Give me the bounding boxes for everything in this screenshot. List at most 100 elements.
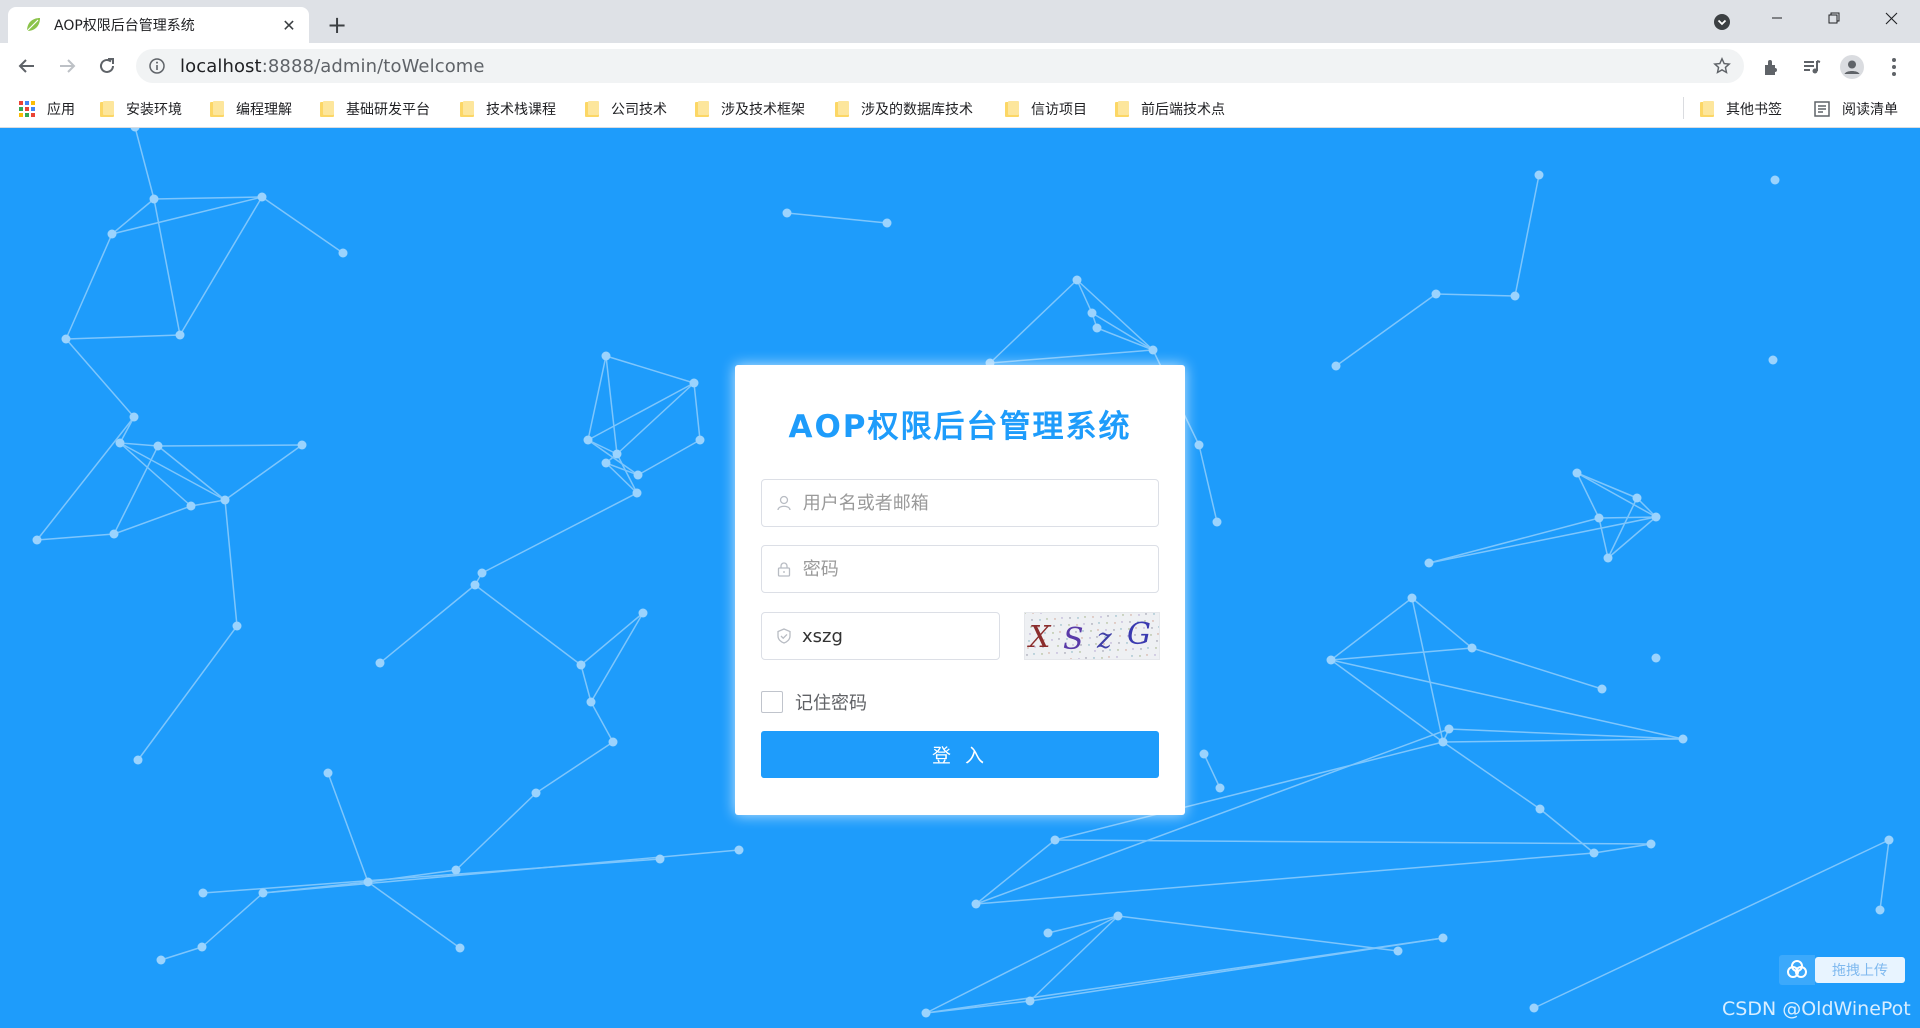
network-node (1424, 558, 1434, 568)
close-window-icon[interactable] (1868, 0, 1914, 36)
network-line (157, 445, 226, 501)
captcha-noise-dot (1116, 656, 1118, 658)
remember-password[interactable]: 记住密码 (761, 690, 867, 714)
network-node (455, 943, 465, 953)
captcha-image[interactable]: X S z G (1024, 612, 1160, 660)
network-node (130, 128, 140, 132)
bookmark-star-icon[interactable] (1712, 56, 1732, 76)
bookmark-folder[interactable]: 公司技术 (585, 97, 667, 121)
bookmark-folder[interactable]: 涉及的数据库技术 (835, 97, 973, 121)
network-line (65, 233, 113, 340)
network-node (149, 194, 159, 204)
network-node (576, 660, 586, 670)
captcha-noise-dot (1058, 638, 1060, 640)
network-node (232, 621, 242, 631)
captcha-noise-dot (1152, 620, 1154, 622)
folder-icon (695, 101, 709, 117)
captcha-noise-dot (1085, 657, 1087, 659)
bookmark-folder[interactable]: 安装环境 (100, 97, 182, 121)
network-node (583, 435, 593, 445)
password-input[interactable] (802, 558, 1158, 580)
network-node (1072, 275, 1082, 285)
captcha-noise-dot (1120, 628, 1122, 630)
captcha-noise-dot (1055, 659, 1056, 660)
network-node (1534, 170, 1544, 180)
minimize-icon[interactable] (1754, 0, 1800, 36)
username-input[interactable] (802, 492, 1158, 514)
folder-icon (1005, 101, 1019, 117)
site-info-icon[interactable] (148, 57, 166, 75)
network-line (580, 612, 644, 666)
network-node (1113, 911, 1123, 921)
network-node (129, 412, 139, 422)
captcha-noise-dot (1094, 650, 1096, 652)
bookmark-apps[interactable]: 应用 (19, 97, 75, 121)
profile-avatar-icon[interactable] (1840, 55, 1864, 79)
network-line (65, 338, 135, 418)
password-field[interactable] (761, 545, 1159, 593)
network-node (153, 441, 163, 451)
captcha-noise-dot (1060, 624, 1062, 626)
network-node (107, 229, 117, 239)
extensions-icon[interactable] (1760, 55, 1784, 79)
network-node (220, 495, 230, 505)
network-node (1535, 804, 1545, 814)
network-node (1510, 291, 1520, 301)
network-node (451, 865, 461, 875)
bookmark-folder[interactable]: 编程理解 (210, 97, 292, 121)
remember-checkbox[interactable] (761, 691, 783, 713)
bookmark-folder[interactable]: 基础研发平台 (320, 97, 430, 121)
bookmark-folder[interactable]: 技术栈课程 (460, 97, 556, 121)
network-line (975, 839, 1056, 905)
network-node (1768, 355, 1778, 365)
new-tab-button[interactable]: + (322, 10, 352, 40)
network-node (638, 608, 648, 618)
bookmark-folder[interactable]: 前后端技术点 (1115, 97, 1225, 121)
network-node (1087, 308, 1097, 318)
tab-search-icon[interactable] (1710, 10, 1734, 34)
network-node (1651, 653, 1661, 663)
folder-icon (835, 101, 849, 117)
bookmark-folder[interactable]: 信访项目 (1005, 97, 1087, 121)
network-line (134, 128, 155, 200)
network-line (1091, 312, 1154, 351)
captcha-field[interactable] (761, 612, 1000, 660)
forward-arrow-icon[interactable] (52, 51, 82, 81)
reload-icon[interactable] (92, 51, 122, 81)
network-line (1607, 497, 1638, 559)
bookmark-label: 前后端技术点 (1141, 102, 1225, 118)
network-node (338, 248, 348, 258)
captcha-noise-dot (1151, 627, 1153, 629)
network-node (1194, 440, 1204, 450)
login-button[interactable]: 登 入 (761, 731, 1159, 778)
back-arrow-icon[interactable] (12, 51, 42, 81)
captcha-noise-dot (1138, 614, 1140, 616)
network-line (202, 858, 661, 894)
captcha-input[interactable] (802, 625, 999, 647)
network-node (1603, 553, 1613, 563)
captcha-noise-dot (1093, 657, 1095, 659)
remember-label: 记住密码 (795, 693, 867, 714)
network-line (261, 196, 344, 254)
reading-list[interactable]: 阅读清单 (1814, 97, 1898, 121)
username-field[interactable] (761, 479, 1159, 527)
folder-icon (460, 101, 474, 117)
more-menu-icon[interactable] (1882, 55, 1906, 79)
network-node (601, 458, 611, 468)
address-bar[interactable]: localhost:8888/admin/toWelcome (136, 49, 1744, 83)
restore-icon[interactable] (1811, 0, 1857, 36)
network-line (455, 792, 537, 871)
captcha-noise-dot (1108, 656, 1110, 658)
browser-tab[interactable]: AOP权限后台管理系统 ✕ (8, 7, 309, 43)
network-node (1043, 928, 1053, 938)
other-bookmarks[interactable]: 其他书签 (1700, 97, 1782, 121)
captcha-noise-dot (1157, 633, 1159, 635)
drag-upload-widget[interactable]: 拖拽上传 (1779, 955, 1909, 985)
bookmark-label: 安装环境 (126, 102, 182, 118)
network-node (175, 330, 185, 340)
close-tab-icon[interactable]: ✕ (279, 15, 299, 35)
media-playlist-icon[interactable] (1800, 55, 1824, 79)
network-line (1428, 517, 1600, 564)
bookmark-folder[interactable]: 涉及技术框架 (695, 97, 805, 121)
network-line (1471, 647, 1603, 690)
